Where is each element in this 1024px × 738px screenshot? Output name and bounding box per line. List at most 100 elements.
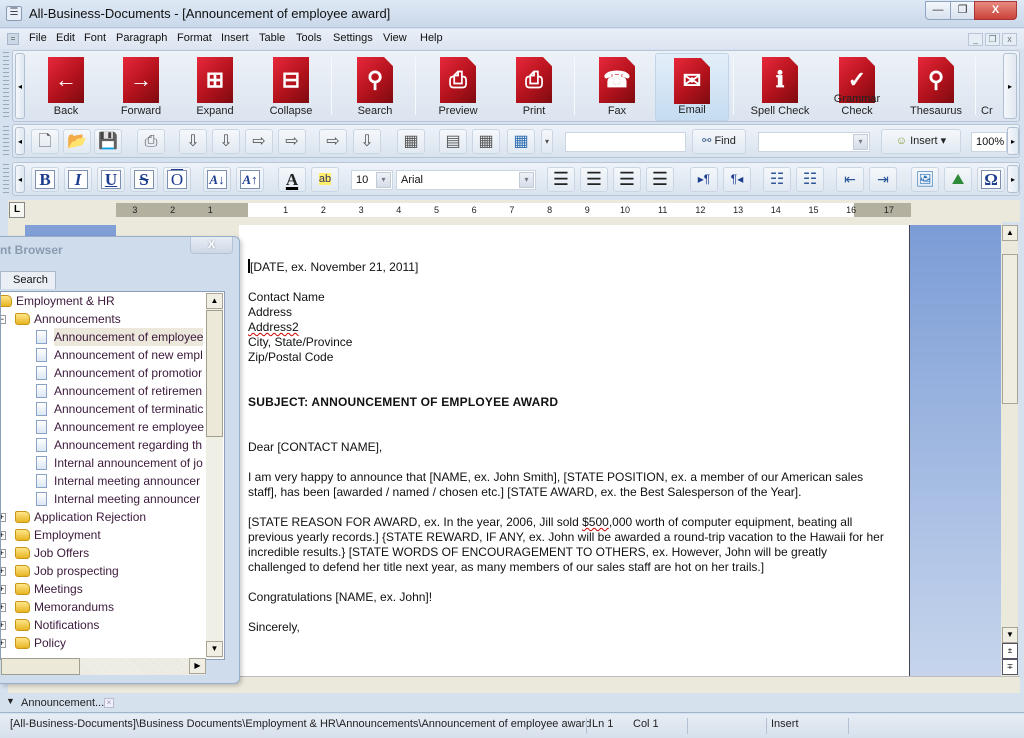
fax-button[interactable]: ☎ Fax: [589, 53, 645, 121]
menu-paragraph[interactable]: Paragraph: [116, 32, 167, 44]
scroll-right-button[interactable]: ▶: [189, 658, 206, 674]
align-center-button[interactable]: ☰: [580, 167, 608, 192]
expand-node-icon[interactable]: +: [1, 531, 6, 540]
system-menu-icon[interactable]: ☰: [6, 6, 22, 21]
thesaurus-button[interactable]: ⚲ Thesaurus: [901, 53, 971, 121]
bold-button[interactable]: B: [31, 167, 59, 192]
tree-document[interactable]: Announcement regarding th: [1, 436, 207, 454]
insert-row-below-button[interactable]: ⇩: [212, 129, 240, 154]
scroll-thumb[interactable]: [206, 310, 223, 437]
menu-edit[interactable]: Edit: [56, 32, 75, 44]
highlight-button[interactable]: ab: [311, 167, 339, 192]
numbered-list-button[interactable]: ☷: [796, 167, 824, 192]
menu-format[interactable]: Format: [177, 32, 212, 44]
menu-tools[interactable]: Tools: [296, 32, 322, 44]
align-right-button[interactable]: ☰: [613, 167, 641, 192]
collapse-node-icon[interactable]: −: [1, 315, 6, 324]
horizontal-ruler[interactable]: 3 2 1 1 2 3 4 5 6 7 8 9 10 11 12 13 14 15 16 17: [116, 203, 911, 217]
expand-node-icon[interactable]: +: [1, 603, 6, 612]
scroll-up-button[interactable]: ▲: [1002, 225, 1018, 241]
chevron-down-icon[interactable]: ▾: [853, 134, 868, 150]
toolbar-scroll-left-button[interactable]: ◂: [15, 165, 25, 193]
menu-insert[interactable]: Insert: [221, 32, 249, 44]
expand-button[interactable]: ⊞ Expand: [185, 53, 245, 121]
tree-document[interactable]: Announcement of new empl: [1, 346, 207, 364]
collapse-button[interactable]: ⊟ Collapse: [259, 53, 323, 121]
tree-document[interactable]: Internal meeting announcer: [1, 472, 207, 490]
tree-document[interactable]: Internal announcement of jo: [1, 454, 207, 472]
grammar-check-button[interactable]: ✓ Grammar Check: [817, 53, 897, 121]
toolbar-scroll-right-button[interactable]: ▸: [1007, 127, 1019, 155]
find-input[interactable]: [565, 132, 686, 152]
zoom-combo[interactable]: 100%: [971, 132, 1007, 152]
tree-folder[interactable]: + Job prospecting: [1, 562, 207, 580]
align-left-button[interactable]: ☰: [547, 167, 575, 192]
toolbar-scroll-left-button[interactable]: ◂: [15, 53, 25, 119]
tree-folder[interactable]: + Memorandums: [1, 598, 207, 616]
expand-node-icon[interactable]: +: [1, 585, 6, 594]
tree-folder[interactable]: + Notifications: [1, 616, 207, 634]
close-button[interactable]: X: [974, 1, 1017, 20]
tree-folder[interactable]: + Application Rejection: [1, 508, 207, 526]
print-button[interactable]: ⎙ Print: [505, 53, 563, 121]
minimize-button[interactable]: —: [925, 1, 951, 20]
strikethrough-button[interactable]: S: [130, 167, 158, 192]
expand-node-icon[interactable]: +: [1, 513, 6, 522]
insert-row-above-button[interactable]: ⇩: [179, 129, 207, 154]
menu-settings[interactable]: Settings: [333, 32, 373, 44]
decrease-indent-button[interactable]: ⇤: [836, 167, 864, 192]
truncated-button[interactable]: Cr: [981, 53, 1003, 121]
mdi-system-icon[interactable]: =: [7, 33, 19, 45]
previous-page-button[interactable]: ±: [1002, 643, 1018, 659]
document-vertical-scrollbar[interactable]: ▲ ▼ ± ∓: [1002, 225, 1018, 676]
insert-column-right-button[interactable]: ⇨: [278, 129, 306, 154]
next-page-button[interactable]: ∓: [1002, 659, 1018, 675]
scroll-thumb[interactable]: [1002, 254, 1018, 404]
justify-button[interactable]: ☰: [646, 167, 674, 192]
tab-search[interactable]: Search: [0, 271, 56, 289]
tree-document[interactable]: Announcement of promotior: [1, 364, 207, 382]
tabs-dropdown-icon[interactable]: ▼: [6, 696, 15, 706]
italic-button[interactable]: I: [64, 167, 92, 192]
style-combo[interactable]: ▾: [758, 132, 870, 152]
font-name-combo[interactable]: Arial ▾: [396, 170, 536, 190]
toolbar-grip[interactable]: [3, 52, 9, 120]
spell-check-button[interactable]: ℹ Spell Check: [745, 53, 815, 121]
toolbar-scroll-left-button[interactable]: ◂: [15, 127, 25, 155]
tree-folder[interactable]: + Job Offers: [1, 544, 207, 562]
new-document-button[interactable]: 🗋: [31, 129, 59, 154]
toolbar-scroll-right-button[interactable]: ▸: [1003, 53, 1017, 119]
maximize-button[interactable]: ❐: [950, 1, 975, 20]
mdi-restore-button[interactable]: ❐: [985, 33, 1000, 46]
toolbar-grip[interactable]: [3, 164, 9, 194]
toolbar-grip[interactable]: [3, 126, 9, 156]
scroll-up-button[interactable]: ▲: [206, 293, 223, 309]
tree-folder[interactable]: Employment & HR: [1, 292, 207, 310]
email-button[interactable]: ✉ Email: [655, 53, 729, 121]
table-properties-button[interactable]: ▤: [439, 129, 467, 154]
menu-help[interactable]: Help: [420, 32, 443, 44]
tree-folder[interactable]: + Employment: [1, 526, 207, 544]
split-cells-button[interactable]: ⇩: [353, 129, 381, 154]
open-button[interactable]: 📂: [63, 129, 91, 154]
scroll-down-button[interactable]: ▼: [206, 641, 223, 657]
tab-announcement[interactable]: Announcement...: [18, 694, 114, 712]
subscript-button[interactable]: A↓: [203, 167, 231, 192]
underline-button[interactable]: U: [97, 167, 125, 192]
increase-indent-button[interactable]: ⇥: [869, 167, 897, 192]
back-button[interactable]: ← Back: [37, 53, 95, 121]
search-button[interactable]: ⚲ Search: [347, 53, 403, 121]
toolbar-scroll-right-button[interactable]: ▸: [1007, 165, 1019, 193]
find-button[interactable]: ⚯ Find: [692, 129, 746, 154]
merge-cells-button[interactable]: ⇨: [319, 129, 347, 154]
tree-document[interactable]: Announcement re employee: [1, 418, 207, 436]
expand-node-icon[interactable]: +: [1, 567, 6, 576]
panel-close-button[interactable]: X: [190, 237, 233, 254]
print-small-button[interactable]: ⎙: [137, 129, 165, 154]
ltr-paragraph-button[interactable]: ▸¶: [690, 167, 718, 192]
tree-horizontal-scrollbar[interactable]: ▶: [1, 658, 206, 675]
tree-document[interactable]: Internal meeting announcer: [1, 490, 207, 508]
edit-image-button[interactable]: ⛰: [944, 167, 972, 192]
tree-folder[interactable]: − Announcements: [1, 310, 207, 328]
close-tab-icon[interactable]: ×: [104, 698, 114, 708]
